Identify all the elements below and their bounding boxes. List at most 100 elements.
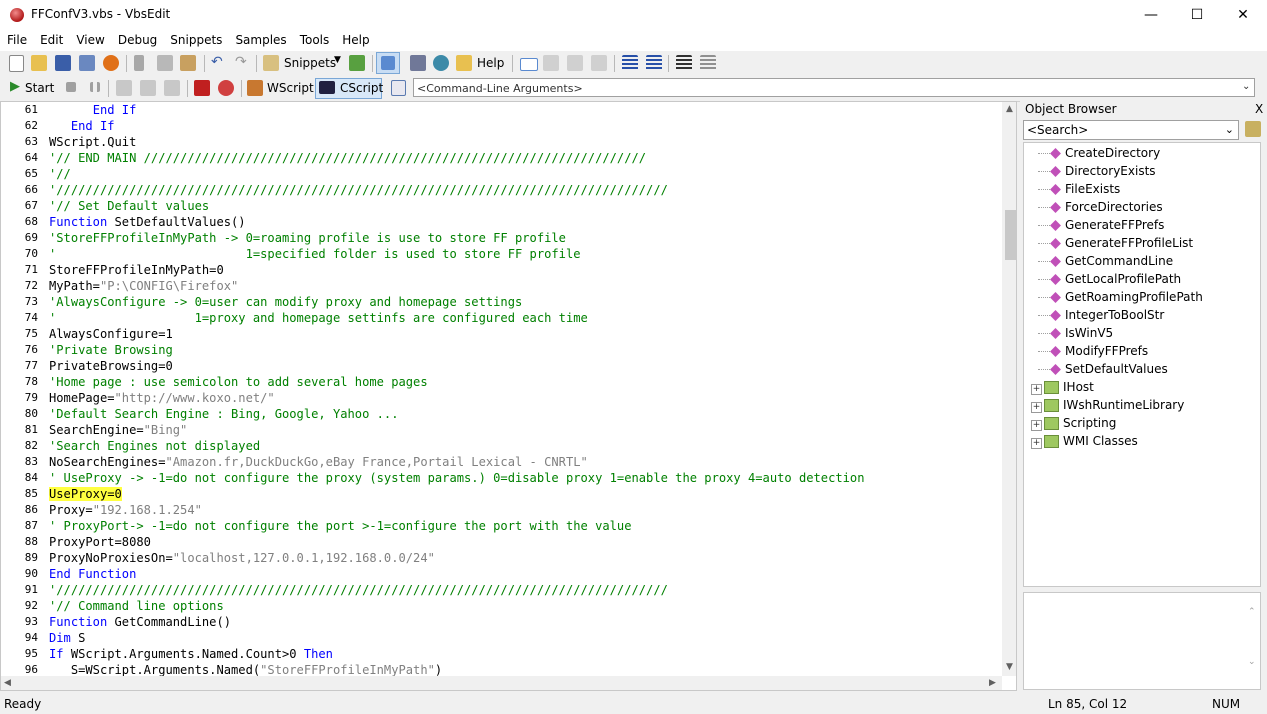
- horizontal-scrollbar[interactable]: ◀ ▶: [1, 676, 1002, 690]
- chevron-down-icon[interactable]: ⌄: [1225, 121, 1234, 139]
- indent-icon[interactable]: [622, 55, 638, 71]
- add-snippet-icon[interactable]: [349, 55, 365, 71]
- pause-icon[interactable]: [90, 82, 100, 92]
- undo-icon[interactable]: ↶: [211, 54, 223, 70]
- code-line[interactable]: 'Search Engines not displayed: [49, 438, 999, 454]
- snippets-button[interactable]: Snippets: [284, 56, 336, 70]
- code-line[interactable]: ' UseProxy -> -1=do not configure the pr…: [49, 470, 999, 486]
- tree-item-library[interactable]: + Scripting: [1031, 414, 1116, 432]
- menu-view[interactable]: View: [69, 31, 110, 47]
- code-line[interactable]: ' 1=specified folder is used to store FF…: [49, 246, 999, 262]
- menu-snippets[interactable]: Snippets: [163, 31, 228, 47]
- code-line[interactable]: HomePage="http://www.koxo.net/": [49, 390, 999, 406]
- object-tree[interactable]: CreateDirectory DirectoryExists FileExists…: [1023, 142, 1261, 587]
- comment-lines-icon[interactable]: [676, 55, 692, 71]
- uncomment-lines-icon[interactable]: [700, 55, 716, 71]
- code-line[interactable]: '// Set Default values: [49, 198, 999, 214]
- tree-item-method[interactable]: ForceDirectories: [1050, 198, 1163, 216]
- prev-bookmark-icon[interactable]: [567, 55, 583, 71]
- menu-help[interactable]: Help: [335, 31, 375, 47]
- code-line[interactable]: Function SetDefaultValues(): [49, 214, 999, 230]
- start-button[interactable]: Start: [25, 81, 54, 95]
- expand-icon[interactable]: +: [1031, 420, 1042, 431]
- code-line[interactable]: If WScript.Arguments.Named.Count>0 Then: [49, 646, 999, 662]
- tree-item-method[interactable]: CreateDirectory: [1050, 144, 1160, 162]
- globe-icon[interactable]: [433, 55, 449, 71]
- menu-samples[interactable]: Samples: [228, 31, 292, 47]
- tree-item-method[interactable]: DirectoryExists: [1050, 162, 1156, 180]
- code-line[interactable]: 'Default Search Engine : Bing, Google, Y…: [49, 406, 999, 422]
- code-line[interactable]: 'AlwaysConfigure -> 0=user can modify pr…: [49, 294, 999, 310]
- snippets-icon[interactable]: [263, 55, 279, 71]
- scroll-down-icon[interactable]: ▼: [1006, 662, 1013, 672]
- tree-item-method[interactable]: ModifyFFPrefs: [1050, 342, 1148, 360]
- tree-item-method[interactable]: GetRoamingProfilePath: [1050, 288, 1203, 306]
- code-line[interactable]: '///////////////////////////////////////…: [49, 582, 999, 598]
- arguments-icon[interactable]: [391, 80, 406, 96]
- code-line[interactable]: Function GetCommandLine(): [49, 614, 999, 630]
- tree-item-library[interactable]: + IWshRuntimeLibrary: [1031, 396, 1184, 414]
- tree-item-library[interactable]: + IHost: [1031, 378, 1094, 396]
- clear-breakpoints-icon[interactable]: [218, 80, 234, 96]
- bookmark-icon[interactable]: [543, 55, 559, 71]
- code-line[interactable]: NoSearchEngines="Amazon.fr,DuckDuckGo,eB…: [49, 454, 999, 470]
- record-icon[interactable]: [103, 55, 119, 71]
- code-line[interactable]: AlwaysConfigure=1: [49, 326, 999, 342]
- chevron-down-icon[interactable]: ▼: [334, 55, 341, 65]
- step-out-icon[interactable]: [164, 80, 180, 96]
- copy-icon[interactable]: [157, 55, 173, 71]
- scroll-left-icon[interactable]: ◀: [4, 678, 11, 688]
- save-icon[interactable]: [55, 55, 71, 71]
- menu-edit[interactable]: Edit: [33, 31, 69, 47]
- cut-icon[interactable]: [134, 55, 144, 71]
- tree-item-method[interactable]: GenerateFFPrefs: [1050, 216, 1164, 234]
- stop-icon[interactable]: [66, 82, 76, 92]
- code-line[interactable]: ' ProxyPort-> -1=do not configure the po…: [49, 518, 999, 534]
- code-line[interactable]: SearchEngine="Bing": [49, 422, 999, 438]
- outdent-icon[interactable]: [646, 55, 662, 71]
- code-line[interactable]: End If: [49, 118, 999, 134]
- expand-icon[interactable]: +: [1031, 384, 1042, 395]
- wscript-button[interactable]: WScript: [267, 81, 314, 95]
- tree-item-method[interactable]: GetLocalProfilePath: [1050, 270, 1181, 288]
- code-line[interactable]: ' 1=proxy and homepage settinfs are conf…: [49, 310, 999, 326]
- help-button[interactable]: Help: [477, 56, 504, 70]
- tree-item-method[interactable]: IntegerToBoolStr: [1050, 306, 1164, 324]
- tree-item-method[interactable]: SetDefaultValues: [1050, 360, 1168, 378]
- menu-file[interactable]: File: [0, 31, 33, 47]
- minimize-button[interactable]: —: [1128, 0, 1174, 31]
- maximize-button[interactable]: ☐: [1174, 0, 1220, 31]
- print-icon[interactable]: [410, 55, 426, 71]
- code-line[interactable]: UseProxy=0: [49, 486, 999, 502]
- code-line[interactable]: '// END MAIN ///////////////////////////…: [49, 150, 999, 166]
- code-line[interactable]: MyPath="P:\CONFIG\Firefox": [49, 278, 999, 294]
- new-file-icon[interactable]: [9, 55, 24, 72]
- code-line[interactable]: StoreFFProfileInMyPath=0: [49, 262, 999, 278]
- code-line[interactable]: 'StoreFFProfileInMyPath -> 0=roaming pro…: [49, 230, 999, 246]
- scroll-down-icon[interactable]: ⌄: [1248, 657, 1256, 667]
- close-button[interactable]: ✕: [1220, 0, 1266, 31]
- code-line[interactable]: ProxyNoProxiesOn="localhost,127.0.0.1,19…: [49, 550, 999, 566]
- tree-item-method[interactable]: FileExists: [1050, 180, 1120, 198]
- step-into-icon[interactable]: [116, 80, 132, 96]
- code-line[interactable]: '// Command line options: [49, 598, 999, 614]
- code-line[interactable]: 'Private Browsing: [49, 342, 999, 358]
- code-editor[interactable]: 61 62 63 64 65 66 67 68 69 70 71 72 73 74 75 76 77 78 79 80…: [0, 101, 1017, 691]
- tree-item-method[interactable]: IsWinV5: [1050, 324, 1113, 342]
- play-icon[interactable]: ▶: [10, 79, 20, 94]
- paste-icon[interactable]: [180, 55, 196, 71]
- code-line[interactable]: End If: [49, 102, 999, 118]
- scroll-up-icon[interactable]: ⌃: [1248, 607, 1256, 617]
- tree-item-library[interactable]: + WMI Classes: [1031, 432, 1138, 450]
- object-search-input[interactable]: <Search> ⌄: [1023, 120, 1239, 140]
- menu-tools[interactable]: Tools: [293, 31, 336, 47]
- search-objects-icon[interactable]: [1245, 121, 1261, 137]
- next-bookmark-icon[interactable]: [591, 55, 607, 71]
- step-over-icon[interactable]: [140, 80, 156, 96]
- code-line[interactable]: WScript.Quit: [49, 134, 999, 150]
- code-area[interactable]: End If End If WScript.Quit '// END MAIN //…: [49, 102, 999, 678]
- code-line[interactable]: ProxyPort=8080: [49, 534, 999, 550]
- expand-icon[interactable]: +: [1031, 438, 1042, 449]
- open-folder-icon[interactable]: [31, 55, 47, 71]
- code-line[interactable]: PrivateBrowsing=0: [49, 358, 999, 374]
